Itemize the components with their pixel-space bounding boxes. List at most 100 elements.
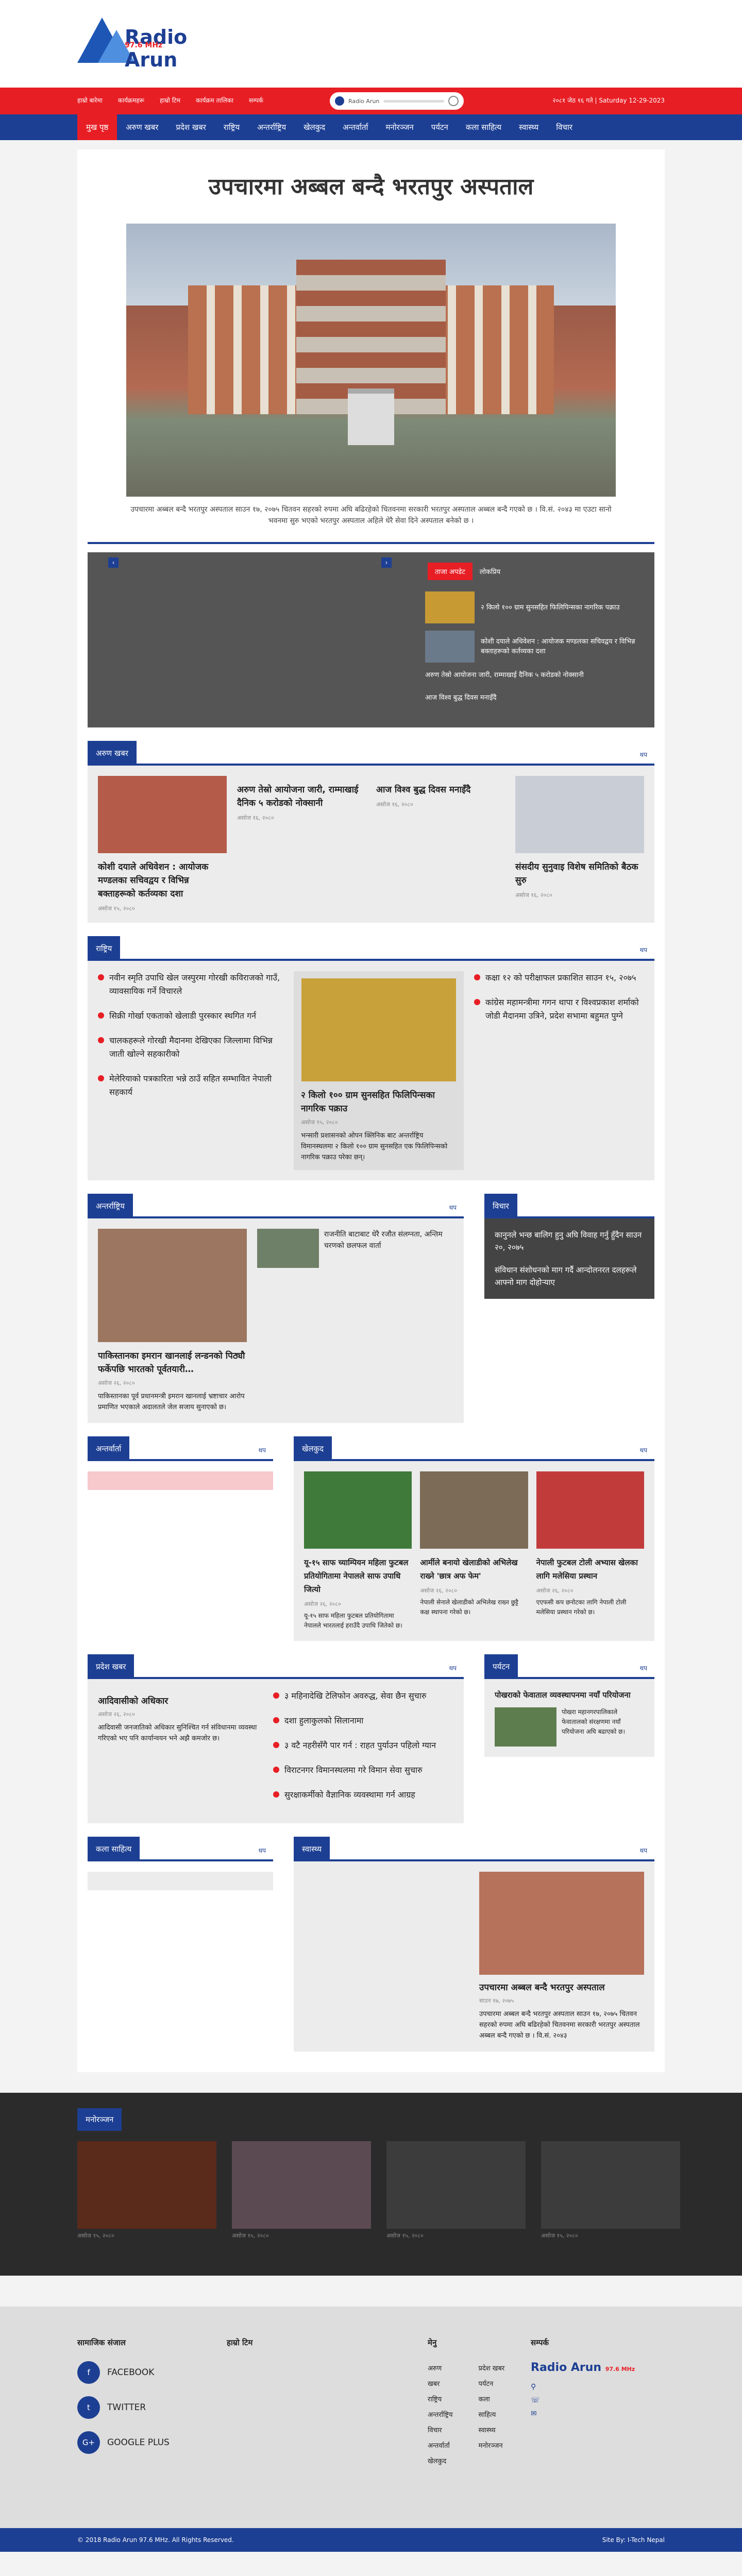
- section-more-link[interactable]: थप: [259, 1846, 266, 1855]
- slider-next-icon[interactable]: ›: [381, 557, 392, 568]
- entertainment-card[interactable]: असोज १५, २०८०: [386, 2141, 526, 2240]
- section-more-link[interactable]: थप: [640, 1846, 647, 1855]
- news-card[interactable]: आर्मीले बनायो खेलाडीको अभिलेख राख्ने 'छा…: [420, 1471, 528, 1631]
- nav-opinion[interactable]: विचार: [547, 114, 581, 140]
- top-link-team[interactable]: हाम्रो टिम: [160, 96, 180, 105]
- footer-link[interactable]: अन्तर्राष्ट्रिय: [428, 2408, 453, 2423]
- footer-link[interactable]: साहित्य: [479, 2408, 505, 2423]
- facebook-link[interactable]: f FACEBOOK: [77, 2361, 170, 2384]
- footer-link[interactable]: प्रदेश खबर: [479, 2361, 505, 2377]
- card-text: आदिवासी जनजातिको अधिकार सुनिश्चित गर्न स…: [98, 1724, 257, 1742]
- footer-link[interactable]: अन्तर्वार्ता: [428, 2438, 453, 2454]
- nav-sports[interactable]: खेलकुद: [295, 114, 334, 140]
- footer-link[interactable]: खेलकुद: [428, 2454, 453, 2469]
- nav-entertainment[interactable]: मनोरञ्जन: [377, 114, 422, 140]
- section-more-link[interactable]: थप: [449, 1664, 457, 1672]
- tab-latest[interactable]: ताजा अपडेट: [428, 563, 473, 580]
- slider-prev-icon[interactable]: ‹: [108, 557, 119, 568]
- nav-province[interactable]: प्रदेश खबर: [167, 114, 214, 140]
- nav-health[interactable]: स्वास्थ्य: [510, 114, 547, 140]
- section-title[interactable]: कला साहित्य: [88, 1837, 140, 1861]
- news-card[interactable]: यू-१५ साफ च्याम्पियन महिला फुटबल प्रतियो…: [304, 1471, 412, 1631]
- province-main-story[interactable]: आदिवासीको अधिकार असोज २६, २०८० आदिवासी ज…: [98, 1689, 263, 1813]
- footer-link[interactable]: अरुण: [428, 2361, 453, 2377]
- twitter-link[interactable]: t TWITTER: [77, 2396, 170, 2419]
- nav-national[interactable]: राष्ट्रिय: [215, 114, 248, 140]
- news-card[interactable]: कोशी दयाले अधिवेशन : आयोजक मण्डलका सचिवद…: [98, 776, 227, 912]
- news-headline[interactable]: कांग्रेस महामन्त्रीमा गगन थापा र विश्वप्…: [474, 996, 644, 1023]
- news-card[interactable]: संसदीय सुनुवाइ विशेष समितिको बैठक सुरु अ…: [515, 776, 644, 912]
- player-progress[interactable]: [383, 99, 444, 103]
- news-headline[interactable]: सिक्री गोर्खा एकताको खेलाडी पुरस्कार स्थ…: [98, 1009, 283, 1023]
- section-panel[interactable]: पोखराको फेवाताल व्यवस्थापनमा नयाँ परियोज…: [484, 1679, 654, 1757]
- intl-side-story[interactable]: राजनीति बाटाबाट धेरै रजौत संलग्नता, अन्त…: [257, 1229, 453, 1413]
- featured-article-image[interactable]: [126, 224, 616, 497]
- footer-link[interactable]: राष्ट्रिय: [428, 2392, 453, 2408]
- nav-arun-news[interactable]: अरुण खबर: [117, 114, 167, 140]
- section-title[interactable]: विचार: [484, 1194, 517, 1218]
- section-more-link[interactable]: थप: [259, 1446, 266, 1454]
- news-card[interactable]: नेपाली फुटबल टोली अभ्यास खेलका लागि मलेस…: [536, 1471, 644, 1631]
- radio-arun-logo[interactable]: Radio Arun 97.6 MHz: [77, 7, 201, 79]
- section-title[interactable]: अरुण खबर: [88, 741, 137, 766]
- health-story[interactable]: उपचारमा अब्बल बन्दै भरतपुर अस्पताल साउन …: [479, 1872, 644, 2041]
- news-headline[interactable]: मेलेरियाको पत्रकारिता भन्ने ठाउँ सहित सम…: [98, 1072, 283, 1099]
- opinion-item[interactable]: संविधान संशोधनको माग गर्दै आन्दोलनरत दलह…: [495, 1264, 644, 1289]
- footer-link[interactable]: खबर: [428, 2377, 453, 2392]
- section-more-link[interactable]: थप: [640, 945, 647, 954]
- opinion-item[interactable]: कानुनले भन्छ बालिग हुनु अघि विवाह गर्नु …: [495, 1229, 644, 1253]
- nav-international[interactable]: अन्तर्राष्ट्रिय: [248, 114, 295, 140]
- news-card[interactable]: अरुण तेस्रो आयोजना जारी, राम्माखाई दैनिक…: [237, 776, 366, 912]
- nav-home[interactable]: मुख पृष्ठ: [77, 114, 117, 140]
- news-card[interactable]: आज विश्व बुद्ध दिवस मनाइँदै असोज १६, २०८…: [376, 776, 505, 912]
- nav-literature[interactable]: कला साहित्य: [457, 114, 510, 140]
- section-title[interactable]: प्रदेश खबर: [88, 1654, 134, 1679]
- section-title[interactable]: अन्तर्राष्ट्रिय: [88, 1194, 133, 1218]
- top-link-programs[interactable]: कार्यक्रमहरू: [118, 96, 144, 105]
- news-headline[interactable]: कक्षा १२ को परीक्षाफल प्रकाशित साउन १५, …: [474, 971, 644, 985]
- nav-tourism[interactable]: पर्यटन: [423, 114, 457, 140]
- footer-link[interactable]: पर्यटन: [479, 2377, 505, 2392]
- section-title[interactable]: स्वास्थ्य: [294, 1837, 330, 1861]
- section-more-link[interactable]: थप: [640, 1664, 647, 1672]
- slider-line[interactable]: अरुण तेस्रो आयोजना जारी, राम्माखाई दैनिक…: [425, 670, 647, 679]
- entertainment-card[interactable]: असोज १५, २०८०: [232, 2141, 371, 2240]
- entertainment-card[interactable]: असोज १५, २०८०: [77, 2141, 216, 2240]
- featured-article-title[interactable]: उपचारमा अब्बल बन्दै भरतपुर अस्पताल: [77, 149, 665, 201]
- news-headline[interactable]: ३ वटै नहरीसँगै पार गर्न : राहत पुर्याउन …: [273, 1739, 448, 1752]
- site-credit[interactable]: Site By: I-Tech Nepal: [602, 2536, 665, 2544]
- top-link-schedule[interactable]: कार्यक्रम तालिका: [196, 96, 233, 105]
- entertainment-card[interactable]: असोज १५, २०८०: [541, 2141, 680, 2240]
- section-more-link[interactable]: थप: [640, 1446, 647, 1454]
- intl-main-story[interactable]: पाकिस्तानका इमरान खानलाई लन्डनको पिठ्यौ …: [98, 1229, 247, 1413]
- nav-interview[interactable]: अन्तर्वार्ता: [334, 114, 377, 140]
- top-link-contact[interactable]: सम्पर्क: [249, 96, 263, 105]
- footer-link[interactable]: मनोरञ्जन: [479, 2438, 505, 2454]
- slider-item[interactable]: कोशी दयाले अधिवेशन : आयोजक मण्डलका सचिवद…: [425, 631, 647, 663]
- footer-link[interactable]: विचार: [428, 2423, 453, 2438]
- national-featured[interactable]: २ किलो १०० ग्राम सुनसहित फिलिपिन्सका नाग…: [294, 971, 464, 1170]
- volume-icon[interactable]: [448, 96, 459, 106]
- news-headline[interactable]: विराटनगर विमानस्थलमा गरे विमान सेवा सुचा…: [273, 1764, 448, 1777]
- section-title[interactable]: खेलकुद: [294, 1436, 332, 1461]
- slider-line[interactable]: आज विश्व बुद्ध दिवस मनाइँदै: [425, 692, 647, 702]
- section-more-link[interactable]: थप: [449, 1203, 457, 1212]
- news-headline[interactable]: सुरक्षाकर्मीको वैज्ञानिक व्यवस्थामा गर्न…: [273, 1788, 448, 1802]
- section-more-link[interactable]: थप: [640, 750, 647, 759]
- footer-link[interactable]: कला: [479, 2392, 505, 2408]
- play-icon[interactable]: [335, 96, 344, 106]
- footer-link[interactable]: स्वास्थ्य: [479, 2423, 505, 2438]
- news-headline[interactable]: ३ महिनादेखि टेलिफोन अवरुद्ध, सेवा छैन सु…: [273, 1689, 448, 1703]
- section-title[interactable]: राष्ट्रिय: [88, 936, 121, 961]
- top-link-about[interactable]: हाम्रो बारेमा: [77, 96, 103, 105]
- section-title[interactable]: मनोरञ्जन: [77, 2108, 122, 2131]
- section-title[interactable]: अन्तर्वार्ता: [88, 1436, 130, 1461]
- news-headline[interactable]: दशा हुलाकुलको सिलानामा: [273, 1714, 448, 1727]
- google-plus-link[interactable]: G+ GOOGLE PLUS: [77, 2431, 170, 2454]
- news-headline[interactable]: चालकहरूले गोरखी मैदानमा देखिएका जिल्लामा…: [98, 1034, 283, 1061]
- section-title[interactable]: पर्यटन: [484, 1654, 518, 1679]
- news-headline[interactable]: नवीन स्मृति उपाधि खेल जस्पुरमा गोरखी कवि…: [98, 971, 283, 998]
- footer-logo[interactable]: Radio Arun 97.6 MHz: [531, 2361, 635, 2374]
- tab-popular[interactable]: लोकप्रिय: [473, 563, 508, 580]
- slider-item[interactable]: २ किलो १०० ग्राम सुनसहित फिलिपिन्सका नाग…: [425, 591, 647, 623]
